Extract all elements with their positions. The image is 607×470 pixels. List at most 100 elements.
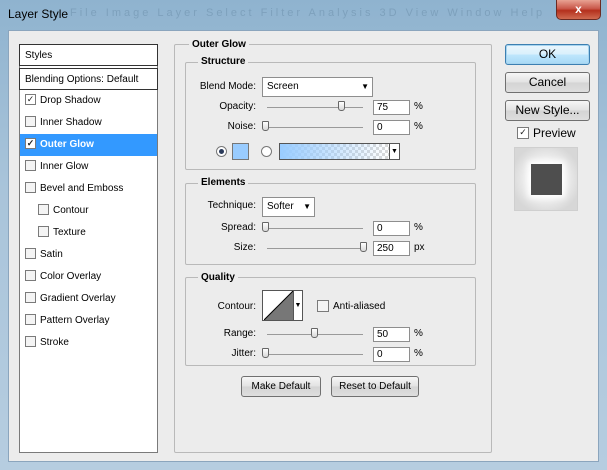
jitter-input[interactable]: 0 [373, 347, 410, 362]
style-item-checkbox[interactable]: ✓ [25, 137, 36, 149]
blend-mode-select[interactable]: Screen ▼ [262, 77, 373, 97]
style-item-color-overlay[interactable]: Color Overlay [20, 266, 157, 288]
size-slider-track[interactable] [267, 248, 363, 249]
anti-aliased-label: Anti-aliased [333, 301, 386, 312]
style-item-checkbox[interactable] [25, 313, 36, 325]
style-item-gradient-overlay[interactable]: Gradient Overlay [20, 288, 157, 310]
style-item-outer-glow[interactable]: ✓ Outer Glow [20, 134, 157, 156]
make-default-button[interactable]: Make Default [241, 376, 321, 397]
style-item-checkbox[interactable] [38, 225, 49, 237]
opacity-input[interactable]: 75 [373, 100, 410, 115]
style-item-checkbox[interactable] [38, 203, 49, 215]
range-slider-thumb[interactable] [311, 328, 318, 338]
style-item-satin[interactable]: Satin [20, 244, 157, 266]
anti-aliased-checkbox[interactable] [317, 300, 329, 312]
style-item-label: Inner Shadow [40, 117, 102, 128]
contour-picker[interactable]: ▼ [262, 290, 303, 321]
style-item-label: Color Overlay [40, 271, 102, 282]
spread-unit: % [414, 222, 423, 233]
style-item-label: Contour [53, 205, 89, 216]
jitter-slider-track[interactable] [267, 354, 363, 355]
technique-select[interactable]: Softer ▼ [262, 197, 315, 217]
style-item-drop-shadow[interactable]: ✓ Drop Shadow [20, 90, 157, 112]
size-label: Size: [233, 242, 256, 253]
style-item-label: Drop Shadow [40, 95, 101, 106]
contour-curve-icon [264, 291, 294, 320]
title-bar[interactable]: Layer Style File Image Layer Select Filt… [0, 0, 607, 29]
styles-header[interactable]: Styles [19, 44, 158, 66]
technique-value: Softer [267, 201, 294, 212]
style-item-bevel-and-emboss[interactable]: Bevel and Emboss [20, 178, 157, 200]
solid-color-radio[interactable] [216, 146, 227, 157]
gradient-picker[interactable]: ▼ [279, 143, 400, 160]
chevron-down-icon: ▼ [303, 202, 311, 211]
chevron-down-icon: ▼ [293, 291, 302, 320]
window-title: Layer Style [8, 7, 69, 21]
technique-label: Technique: [207, 200, 256, 211]
dialog-window: Layer Style File Image Layer Select Filt… [0, 0, 607, 470]
range-label: Range: [223, 328, 256, 339]
chevron-down-icon: ▼ [361, 82, 369, 91]
style-item-inner-shadow[interactable]: Inner Shadow [20, 112, 157, 134]
gradient-radio[interactable] [261, 146, 272, 157]
range-input[interactable]: 50 [373, 327, 410, 342]
glow-color-swatch[interactable] [232, 143, 249, 160]
style-item-pattern-overlay[interactable]: Pattern Overlay [20, 310, 157, 332]
size-input[interactable]: 250 [373, 241, 410, 256]
dialog-client: Styles Blending Options: Default ✓ Drop S… [8, 30, 599, 462]
style-preview [514, 147, 578, 211]
noise-slider-thumb[interactable] [262, 121, 269, 131]
jitter-unit: % [414, 348, 423, 359]
style-item-inner-glow[interactable]: Inner Glow [20, 156, 157, 178]
style-item-texture[interactable]: Texture [20, 222, 157, 244]
style-item-checkbox[interactable]: ✓ [25, 93, 36, 105]
style-item-checkbox[interactable] [25, 247, 36, 259]
style-item-checkbox[interactable] [25, 181, 36, 193]
blending-options-item[interactable]: Blending Options: Default [19, 68, 158, 90]
reset-to-default-button[interactable]: Reset to Default [331, 376, 419, 397]
style-item-label: Texture [53, 227, 86, 238]
spread-slider-track[interactable] [267, 228, 363, 229]
style-item-checkbox[interactable] [25, 291, 36, 303]
style-item-label: Stroke [40, 337, 69, 348]
style-item-label: Pattern Overlay [40, 315, 110, 326]
ok-button[interactable]: OK [505, 44, 590, 65]
opacity-slider-track[interactable] [267, 107, 363, 108]
blend-mode-value: Screen [267, 81, 299, 92]
style-item-label: Gradient Overlay [40, 293, 116, 304]
style-item-checkbox[interactable] [25, 269, 36, 281]
jitter-slider-thumb[interactable] [262, 348, 269, 358]
spread-input[interactable]: 0 [373, 221, 410, 236]
styles-list: Styles Blending Options: Default ✓ Drop S… [19, 44, 158, 453]
new-style-button[interactable]: New Style... [505, 100, 590, 121]
quality-title: Quality [198, 272, 238, 283]
contour-label: Contour: [217, 301, 256, 312]
spread-slider-thumb[interactable] [262, 222, 269, 232]
outer-glow-title: Outer Glow [189, 39, 249, 50]
size-slider-thumb[interactable] [360, 242, 367, 252]
preview-swatch [531, 164, 562, 195]
cancel-button[interactable]: Cancel [505, 72, 590, 93]
style-item-label: Bevel and Emboss [40, 183, 124, 194]
structure-title: Structure [198, 56, 249, 67]
style-item-label: Satin [40, 249, 63, 260]
spread-label: Spread: [220, 222, 256, 233]
preview-checkbox[interactable]: ✓ [517, 127, 529, 139]
style-item-checkbox[interactable] [25, 335, 36, 347]
style-item-checkbox[interactable] [25, 159, 36, 171]
style-item-contour[interactable]: Contour [20, 200, 157, 222]
size-unit: px [414, 242, 425, 253]
chevron-down-icon: ▼ [389, 144, 399, 159]
gradient-preview [280, 144, 388, 159]
opacity-slider-thumb[interactable] [338, 101, 345, 111]
noise-slider-track[interactable] [267, 127, 363, 128]
elements-title: Elements [198, 177, 249, 188]
style-item-stroke[interactable]: Stroke [20, 332, 157, 354]
style-item-label: Inner Glow [40, 161, 89, 172]
style-item-label: Outer Glow [40, 139, 94, 150]
noise-unit: % [414, 121, 423, 132]
noise-input[interactable]: 0 [373, 120, 410, 135]
jitter-label: Jitter: [231, 348, 256, 359]
close-button[interactable]: x [556, 0, 601, 20]
style-item-checkbox[interactable] [25, 115, 36, 127]
